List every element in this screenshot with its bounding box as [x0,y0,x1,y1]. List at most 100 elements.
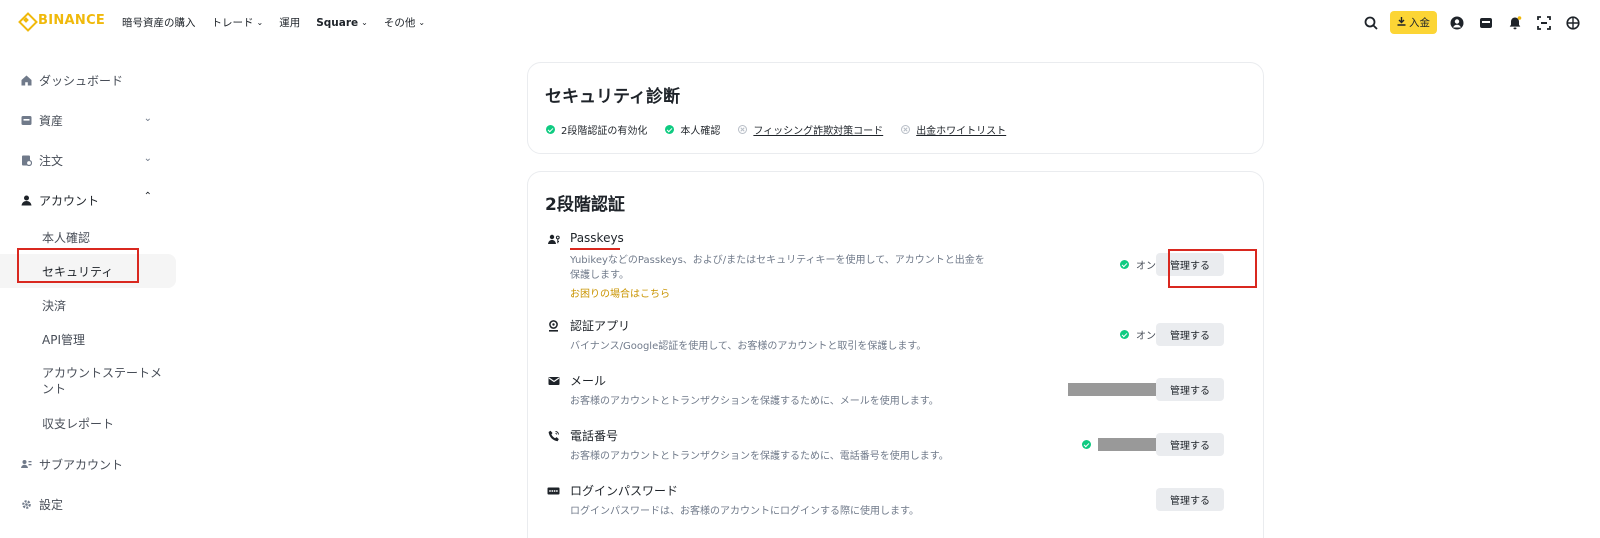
nav-label: 運用 [279,17,301,29]
sidebar-item-account[interactable]: アカウント ⌃ [0,180,176,220]
manage-button-passkeys[interactable]: 管理する [1156,253,1224,276]
two-factor-row-login-password: ログインパスワード ログインパスワードは、お客様のアカウントにログインする際に使… [528,482,1265,522]
check-circle-icon [1082,440,1091,449]
nav-buy-crypto[interactable]: 暗号資産の購入 [122,15,196,30]
sidebar-item-payment[interactable]: 決済 [0,288,176,322]
manage-label: 管理する [1170,386,1210,397]
manage-button-email[interactable]: 管理する [1156,378,1224,401]
status-indicator: オン [1120,257,1156,272]
manage-button-phone[interactable]: 管理する [1156,433,1224,456]
main-nav: 暗号資産の購入 トレード ⌄ 運用 Square ⌄ その他 ⌄ [122,15,425,30]
user-icon [20,194,32,206]
two-factor-row-authenticator: 認証アプリ バイナンス/Google認証を使用して、お客様のアカウントと取引を保… [528,317,1265,357]
sidebar-item-settings[interactable]: 設定 [0,484,176,524]
binance-logo[interactable]: BINANCE [18,12,105,28]
sidebar-item-label: 決済 [42,298,67,313]
chevron-down-icon: ⌄ [256,18,264,27]
security-diagnosis-list: 2段階認証の有効化 本人確認 フィッシング詐欺対策コード 出金ホワイトリスト [546,122,1006,137]
nav-square[interactable]: Square ⌄ [316,15,368,30]
home-icon [20,74,32,86]
two-factor-row-email: メール お客様のアカウントとトランザクションを保護するために、メールを使用します… [528,372,1265,412]
sidebar: ダッシュボード 資産 ⌄ 注文 ⌄ アカウント ⌃ 本人確認 セキュリティ 決済… [0,60,176,524]
two-factor-card: 2段階認証 Passkeys YubikeyなどのPasskeys、および/また… [527,171,1264,538]
mail-icon [547,374,560,387]
sidebar-item-account-statement[interactable]: アカウントステートメント [0,356,176,406]
deposit-label: 入金 [1409,17,1430,29]
phone-icon [547,429,560,442]
row-description: お客様のアカウントとトランザクションを保護するために、メールを使用します。 [570,396,939,407]
manage-button-authenticator[interactable]: 管理する [1156,323,1224,346]
profile-icon[interactable] [1447,13,1466,32]
sidebar-item-security[interactable]: セキュリティ [0,254,176,288]
row-description: お客様のアカウントとトランザクションを保護するために、電話番号を使用します。 [570,451,949,462]
chevron-down-icon[interactable]: ⌄ [144,153,152,164]
sidebar-item-orders[interactable]: 注文 ⌄ [0,140,176,180]
search-icon[interactable] [1361,13,1380,32]
nav-label: その他 [383,17,416,29]
help-link[interactable]: お困りの場合はこちら [570,285,670,300]
binance-logo-icon [18,12,34,28]
nav-label: Square [316,16,359,29]
two-factor-row-phone: 電話番号 お客様のアカウントとトランザクションを保護するために、電話番号を使用し… [528,427,1265,467]
sidebar-item-sub-account[interactable]: サブアカウント [0,444,176,484]
nav-label: トレード [211,17,254,29]
check-circle-icon [546,125,555,134]
sidebar-item-dashboard[interactable]: ダッシュボード [0,60,176,100]
row-title: ログインパスワード [570,484,679,498]
header-actions: 入金 [1361,11,1582,34]
deposit-button[interactable]: 入金 [1390,11,1437,34]
row-description: ログインパスワードは、お客様のアカウントにログインする際に使用します。 [570,506,919,517]
settings-icon [20,498,32,510]
diagnosis-label: 2段階認証の有効化 [561,126,648,137]
authenticator-icon [547,319,560,332]
nav-more[interactable]: その他 ⌄ [384,15,425,30]
row-title: メール [570,374,607,388]
orders-icon [20,154,32,166]
chevron-down-icon[interactable]: ⌄ [144,113,152,124]
sidebar-item-label: API管理 [42,332,85,347]
sidebar-item-label: 設定 [39,497,64,512]
security-diagnosis-card: セキュリティ診断 2段階認証の有効化 本人確認 フィッシング詐欺対策コード 出金… [527,62,1264,154]
row-description: バイナンス/Google認証を使用して、お客様のアカウントと取引を保護します。 [570,341,927,352]
sidebar-item-identity[interactable]: 本人確認 [0,220,176,254]
diagnosis-item-2fa: 2段階認証の有効化 [546,122,647,137]
chevron-up-icon[interactable]: ⌃ [144,191,152,202]
sidebar-item-pnl-report[interactable]: 収支レポート [0,406,176,440]
nav-earn[interactable]: 運用 [279,15,300,30]
x-circle-icon [738,125,748,134]
manage-button-login-password[interactable]: 管理する [1156,488,1224,511]
diagnosis-item-withdraw-whitelist[interactable]: 出金ホワイトリスト [901,122,1006,137]
sidebar-item-assets[interactable]: 資産 ⌄ [0,100,176,140]
download-icon [1397,16,1406,29]
brand-name: BINANCE [38,12,106,28]
nav-trade[interactable]: トレード ⌄ [212,15,264,30]
two-factor-row-passkeys: Passkeys YubikeyなどのPasskeys、および/またはセキュリテ… [528,231,1265,301]
status-label: オン [1136,261,1156,272]
top-bar: BINANCE 暗号資産の購入 トレード ⌄ 運用 Square ⌄ その他 ⌄ 入金 [0,0,1600,44]
passkey-icon [547,233,560,246]
check-circle-icon [665,125,675,134]
redacted-value [1068,383,1161,396]
diagnosis-item-identity: 本人確認 [665,122,720,137]
diagnosis-item-anti-phishing[interactable]: フィッシング詐欺対策コード [738,122,883,137]
diagnosis-link[interactable]: フィッシング詐欺対策コード [753,122,883,137]
chevron-down-icon: ⌄ [361,18,368,27]
chevron-down-icon: ⌄ [418,18,426,27]
globe-icon[interactable] [1563,13,1582,32]
sidebar-item-label: サブアカウント [39,457,124,472]
sub-account-icon [20,458,32,470]
sidebar-item-label: アカウント [39,193,100,208]
sidebar-item-label: 本人確認 [42,230,91,245]
highlight-underline [570,248,620,250]
scan-icon[interactable] [1534,13,1553,32]
check-circle-icon [1120,260,1129,269]
nav-label: 暗号資産の購入 [122,17,196,29]
manage-label: 管理する [1170,496,1210,507]
notification-bell-icon[interactable] [1505,13,1524,32]
diagnosis-label: 本人確認 [680,126,721,137]
status-label: オン [1136,331,1156,342]
wallet-icon[interactable] [1476,13,1495,32]
sidebar-item-api-management[interactable]: API管理 [0,322,176,356]
diagnosis-link[interactable]: 出金ホワイトリスト [916,122,1006,137]
security-diagnosis-title: セキュリティ診断 [545,87,680,107]
